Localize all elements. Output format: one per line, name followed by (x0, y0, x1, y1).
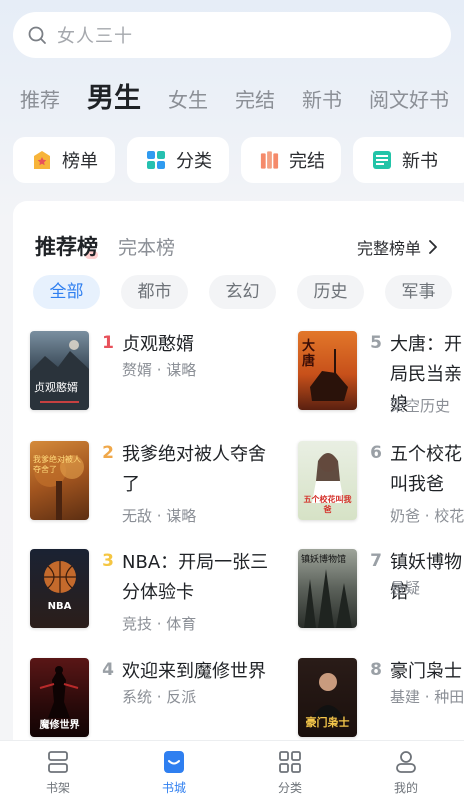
ranking-tabs: 推荐榜 完本榜 (35, 231, 175, 261)
rank-number: 3 (102, 551, 114, 571)
category-icon (279, 751, 301, 773)
cover-title: 贞观憨婿 (34, 381, 78, 394)
cover-title: 我爹绝对被人夺舍了 (33, 455, 81, 474)
tab-recommend-rank[interactable]: 推荐榜 (35, 231, 98, 261)
category-grid-icon (147, 151, 165, 169)
tab-recommend[interactable]: 推荐 (20, 86, 60, 118)
profile-icon (396, 751, 416, 773)
category-filter: 全部 都市 玄幻 历史 军事 (33, 275, 464, 309)
tab-finished-rank[interactable]: 完本榜 (118, 233, 175, 260)
rank-number: 1 (102, 333, 114, 353)
bookstore-icon (164, 751, 184, 773)
search-placeholder[interactable]: 女人三十 (57, 22, 133, 48)
cover-art-tree (34, 455, 84, 520)
book-title[interactable]: 欢迎来到魔修世界 (122, 657, 282, 687)
finished-entry-button[interactable]: 完结 (241, 137, 341, 183)
tab-recommend-rank-label: 推荐榜 (35, 235, 98, 259)
book-title[interactable]: NBA：开局一张三分体验卡 (122, 548, 282, 608)
rank-number: 6 (370, 443, 382, 463)
rank-badge-icon (34, 151, 50, 169)
ranking-entry-label: 榜单 (62, 151, 98, 172)
book-cover[interactable]: 镇妖博物馆 (298, 549, 357, 628)
nav-bookstore-label: 书城 (161, 781, 186, 795)
book-title[interactable]: 豪门枭士 (390, 657, 464, 687)
book-cover[interactable]: 贞观憨婿 (30, 331, 89, 410)
book-cover[interactable]: NBA (30, 549, 89, 628)
book-cover[interactable]: 豪门枭士 (298, 658, 357, 737)
finished-books-icon (260, 151, 279, 169)
book-item[interactable]: 大唐 5 大唐：开局民当亲娘 架空历史 (298, 331, 464, 421)
new-book-entry-button[interactable]: 新书 (353, 137, 464, 183)
book-tags: 无敌 · 谋略 (122, 507, 197, 525)
book-tags: 基建 · 种田 (390, 688, 464, 706)
cover-title: 五个校花叫我爸 (303, 495, 352, 514)
nav-bookshelf[interactable]: 书架 (0, 741, 116, 800)
tab-finished[interactable]: 完结 (235, 86, 275, 118)
bookshelf-icon (48, 751, 68, 773)
nav-bookstore[interactable]: 书城 (116, 741, 232, 800)
category-entry-label: 分类 (176, 151, 212, 172)
book-tags: 悬疑 (390, 579, 421, 597)
book-item[interactable]: 我爹绝对被人夺舍了 2 我爹绝对被人夺舍了 无敌 · 谋略 (30, 441, 266, 531)
book-cover[interactable]: 大唐 (298, 331, 357, 410)
tab-new[interactable]: 新书 (302, 86, 342, 118)
book-cover[interactable]: 我爹绝对被人夺舍了 (30, 441, 89, 520)
tab-male[interactable]: 男生 (87, 82, 141, 118)
book-item[interactable]: 豪门枭士 8 豪门枭士 基建 · 种田 (298, 658, 464, 748)
cover-title: 魔修世界 (39, 720, 80, 731)
rank-number: 4 (102, 660, 114, 680)
cover-title: NBA (47, 601, 72, 612)
ranking-entry-button[interactable]: 榜单 (13, 137, 115, 183)
nav-category-label: 分类 (277, 781, 302, 795)
nav-profile-label: 我的 (393, 781, 418, 795)
book-tags: 竞技 · 体育 (122, 615, 197, 633)
tab-female[interactable]: 女生 (168, 86, 208, 118)
quick-entries: 榜单 分类 完结 新书 (13, 137, 464, 185)
chevron-right-icon (429, 240, 437, 254)
book-cover[interactable]: 五个校花叫我爸 (298, 441, 357, 520)
book-tags: 赘婿 · 谋略 (122, 361, 197, 379)
book-item[interactable]: NBA 3 NBA：开局一张三分体验卡 竞技 · 体育 (30, 549, 268, 639)
book-title[interactable]: 我爹绝对被人夺舍了 (122, 440, 282, 500)
book-tags: 系统 · 反派 (122, 688, 197, 706)
category-entry-button[interactable]: 分类 (127, 137, 229, 183)
channel-tabs: 推荐 男生 女生 完结 新书 阅文好书 (20, 78, 464, 118)
new-book-icon (373, 151, 391, 169)
rank-number: 7 (370, 551, 382, 571)
book-title[interactable]: 五个校花叫我爸 (390, 440, 464, 500)
bottom-nav: 书架 书城 分类 我的 (0, 740, 464, 800)
nav-profile[interactable]: 我的 (348, 741, 464, 800)
ranking-card: 推荐榜 完本榜 完整榜单 全部 都市 玄幻 历史 军事 贞观憨婿 1 贞观憨婿 … (13, 201, 464, 761)
book-title[interactable]: 贞观憨婿 (122, 330, 282, 360)
book-tags: 架空历史 (390, 397, 451, 415)
book-item[interactable]: 镇妖博物馆 7 镇妖博物馆 悬疑 (298, 549, 464, 639)
book-cover[interactable]: 魔修世界 (30, 658, 89, 737)
new-book-entry-label: 新书 (402, 151, 438, 172)
nav-category[interactable]: 分类 (232, 741, 348, 800)
cover-art-basketball (44, 561, 76, 593)
rank-number: 5 (370, 333, 382, 353)
filter-urban[interactable]: 都市 (121, 275, 188, 309)
full-list-link[interactable]: 完整榜单 (357, 235, 439, 259)
book-tags: 奶爸 · 校花 (390, 507, 464, 525)
cover-title: 镇妖博物馆 (301, 555, 347, 565)
search-bar[interactable]: 女人三十 (13, 12, 451, 58)
cover-title: 豪门枭士 (305, 716, 350, 729)
cover-title: 大唐 (302, 339, 316, 369)
full-list-label: 完整榜单 (357, 239, 422, 258)
cover-art-mountains (30, 340, 89, 410)
rank-number: 8 (370, 660, 382, 680)
rank-number: 2 (102, 443, 114, 463)
filter-military[interactable]: 军事 (385, 275, 452, 309)
filter-history[interactable]: 历史 (297, 275, 364, 309)
nav-bookshelf-label: 书架 (45, 781, 70, 795)
filter-all[interactable]: 全部 (33, 275, 100, 309)
finished-entry-label: 完结 (289, 151, 325, 172)
tab-yuewen-good-books[interactable]: 阅文好书 (369, 86, 449, 118)
book-item[interactable]: 五个校花叫我爸 6 五个校花叫我爸 奶爸 · 校花 (298, 441, 464, 531)
book-item[interactable]: 魔修世界 4 欢迎来到魔修世界 系统 · 反派 (30, 658, 266, 748)
filter-fantasy[interactable]: 玄幻 (209, 275, 276, 309)
book-item[interactable]: 贞观憨婿 1 贞观憨婿 赘婿 · 谋略 (30, 331, 230, 421)
search-icon (28, 26, 46, 44)
